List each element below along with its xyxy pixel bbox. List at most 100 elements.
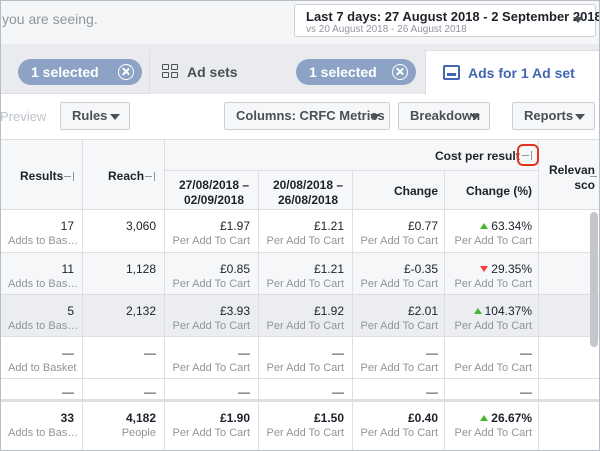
column-header-period-previous[interactable]: 20/08/2018 – 26/08/2018	[268, 178, 348, 208]
cell-subtext: Adds to Bas…	[8, 427, 79, 439]
cell-subtext: Per Add To Cart	[454, 427, 532, 439]
tab-ads[interactable]: Ads for 1 Ad set	[425, 50, 600, 95]
preview-button[interactable]: Preview	[0, 109, 46, 124]
cell-p2: £1.21 Per Add To Cart	[264, 219, 344, 247]
totals-row[interactable]: 33 Adds to Bas… 4,182 People £1.90 Per Add To…	[0, 402, 600, 451]
cell-p2: £1.21 Per Add To Cart	[264, 262, 344, 290]
cell-subtext: Per Add To Cart	[266, 362, 344, 374]
cell-results: 5 Adds to Bas…	[8, 304, 78, 332]
reports-button[interactable]: Reports	[512, 102, 595, 130]
cell-pct: 29.35% Per Add To Cart	[450, 262, 532, 290]
cell-subtext: People	[121, 427, 156, 439]
cell-chg: £2.01 Per Add To Cart	[358, 304, 438, 332]
cell-value: 2,132	[125, 304, 156, 318]
column-header-change-pct[interactable]: Change (%)	[462, 184, 532, 198]
cell-subtext: Add to Basket	[8, 362, 77, 374]
cell-value: £1.21	[313, 219, 344, 233]
cell-subtext: Per Add To Cart	[454, 278, 532, 290]
cell-subtext: Per Add To Cart	[172, 320, 250, 332]
pin-column-icon[interactable]	[145, 171, 155, 181]
cell-p2: —	[264, 385, 344, 399]
cell-p1: £1.90 Per Add To Cart	[170, 411, 250, 439]
cell-value: —	[144, 385, 156, 399]
cell-subtext: Per Add To Cart	[454, 320, 532, 332]
cell-value: £0.77	[407, 219, 438, 233]
column-header-results[interactable]: Results	[20, 169, 63, 183]
tab-adsets[interactable]: Ad sets 1 selected	[149, 50, 423, 94]
table-row[interactable]: — Add to Basket — — Per Add To Cart — Per Add …	[0, 337, 600, 379]
cell-value: 4,182	[125, 411, 156, 425]
cell-reach: 1,128	[90, 262, 156, 276]
rules-button[interactable]: Rules	[60, 102, 130, 130]
cell-subtext: Per Add To Cart	[360, 278, 438, 290]
cell-reach: —	[90, 385, 156, 399]
table-row[interactable]: — — — — — —	[0, 379, 600, 400]
breakdown-button[interactable]: Breakdown	[398, 102, 490, 130]
date-range-picker[interactable]: Last 7 days: 27 August 2018 - 2 Septembe…	[294, 4, 600, 37]
vertical-scrollbar[interactable]	[590, 212, 598, 347]
pin-column-icon[interactable]	[64, 171, 74, 181]
cell-value: 33	[60, 411, 74, 425]
table-row[interactable]: 17 Adds to Bas… 3,060 £1.97 Per Add To Cart £…	[0, 210, 600, 253]
cell-value: £0.40	[407, 411, 438, 425]
cell-value: —	[238, 346, 250, 360]
date-range-label: Last 7 days: 27 August 2018 - 2 Septembe…	[306, 9, 600, 24]
date-compare-label: vs 20 August 2018 - 26 August 2018	[306, 24, 467, 35]
cell-value: £3.93	[219, 304, 250, 318]
level-tabs: 1 selected Ad sets 1 selected Ads for 1 …	[0, 44, 600, 95]
column-header-change[interactable]: Change	[380, 184, 438, 198]
cell-pct: 26.67% Per Add To Cart	[450, 411, 532, 439]
clear-selection-icon[interactable]	[118, 64, 134, 80]
adsets-selected-label: 1 selected	[309, 64, 377, 80]
cell-reach: —	[90, 346, 156, 360]
campaigns-selected-pill[interactable]: 1 selected	[18, 59, 142, 85]
cell-subtext: Per Add To Cart	[266, 235, 344, 247]
cell-value: £1.97	[219, 219, 250, 233]
cell-p2: — Per Add To Cart	[264, 346, 344, 374]
info-text: you are seeing.	[2, 11, 98, 27]
cell-value: 5	[67, 304, 74, 318]
cell-subtext: Per Add To Cart	[360, 362, 438, 374]
chevron-down-icon	[575, 114, 585, 120]
tab-ads-label: Ads for 1 Ad set	[468, 65, 575, 81]
chevron-down-icon	[110, 114, 120, 120]
cell-results: — Add to Basket	[8, 346, 77, 374]
cell-subtext: Per Add To Cart	[360, 427, 438, 439]
adsets-selected-pill[interactable]: 1 selected	[296, 59, 416, 85]
cell-subtext: Adds to Bas…	[8, 235, 79, 247]
chevron-down-icon	[573, 17, 583, 23]
cell-p1: — Per Add To Cart	[170, 346, 250, 374]
cell-value: 29.35%	[450, 262, 532, 276]
cell-chg: — Per Add To Cart	[358, 346, 438, 374]
column-header-period-current[interactable]: 27/08/2018 – 02/09/2018	[174, 178, 254, 208]
cell-subtext: Per Add To Cart	[172, 278, 250, 290]
column-group-cost-per-result[interactable]: Cost per result	[435, 149, 520, 163]
cell-value: —	[426, 385, 438, 399]
tab-campaigns[interactable]: 1 selected	[0, 50, 148, 94]
cell-results: 17 Adds to Bas…	[8, 219, 79, 247]
columns-button[interactable]: Columns: CRFC Metrics	[224, 102, 390, 130]
cell-subtext: Per Add To Cart	[266, 278, 344, 290]
ad-icon	[443, 65, 460, 80]
column-header-reach[interactable]: Reach	[108, 169, 144, 183]
cell-reach: 3,060	[90, 219, 156, 233]
cell-value: £-0.35	[403, 262, 438, 276]
cell-subtext: Per Add To Cart	[454, 235, 532, 247]
table-row[interactable]: 11 Adds to Bas… 1,128 £0.85 Per Add To Cart £…	[0, 253, 600, 295]
cell-p2: £1.50 Per Add To Cart	[264, 411, 344, 439]
table-row[interactable]: 5 Adds to Bas… 2,132 £3.93 Per Add To Cart £1…	[0, 295, 600, 337]
cell-pct: — Per Add To Cart	[450, 346, 532, 374]
cell-p2: £1.92 Per Add To Cart	[264, 304, 344, 332]
column-group-label: Cost per result	[435, 149, 520, 163]
cell-value: 17	[60, 219, 74, 233]
cell-value: —	[62, 385, 74, 399]
pin-column-icon[interactable]	[590, 171, 600, 181]
rules-label: Rules	[72, 108, 108, 123]
cell-value: 1,128	[125, 262, 156, 276]
column-header-relevance[interactable]: Relevan sco	[545, 163, 595, 193]
cell-value: 11	[61, 262, 74, 276]
clear-selection-icon[interactable]	[392, 64, 408, 80]
cell-value: 3,060	[125, 219, 156, 233]
cell-value: —	[520, 385, 532, 399]
cell-subtext: Adds to Bas…	[8, 278, 79, 290]
